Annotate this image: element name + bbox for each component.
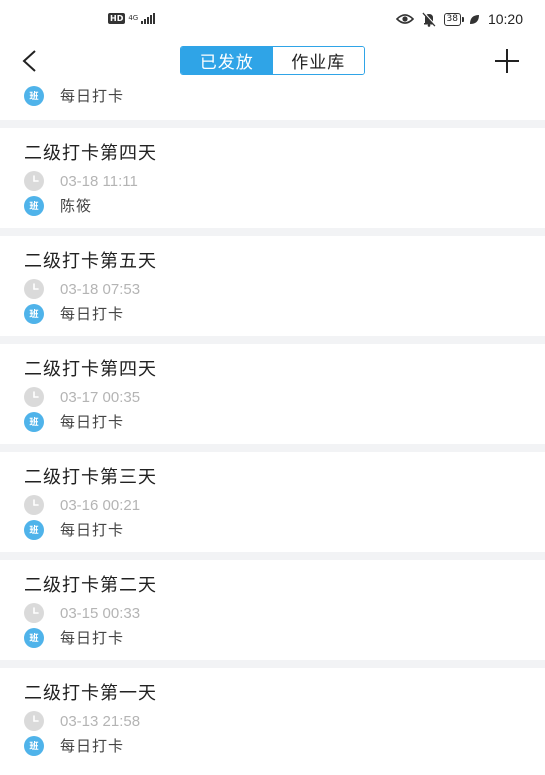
plus-icon bbox=[495, 49, 519, 73]
assignment-title: 二级打卡第四天 bbox=[24, 143, 157, 164]
class-row: 班 每日打卡 bbox=[24, 627, 124, 648]
list-item[interactable]: 二级打卡第四天 03-17 00:35 班 每日打卡 bbox=[0, 344, 545, 444]
time-row: 03-18 07:53 bbox=[24, 279, 140, 299]
clock-icon bbox=[24, 279, 44, 299]
class-badge-icon: 班 bbox=[24, 627, 44, 648]
list-item[interactable]: 二级打卡第四天 03-18 11:11 班 陈筱 bbox=[0, 128, 545, 228]
assignment-time: 03-16 00:21 bbox=[60, 496, 141, 514]
class-name: 每日打卡 bbox=[60, 521, 125, 539]
assignment-title: 二级打卡第一天 bbox=[24, 683, 157, 704]
assignment-time: 03-13 21:58 bbox=[60, 712, 141, 730]
time-row: 03-18 11:11 bbox=[24, 171, 138, 191]
assignment-title: 二级打卡第五天 bbox=[24, 251, 157, 272]
clock-time: 10:20 bbox=[487, 11, 523, 27]
list-item[interactable]: 二级打卡第五天 03-18 07:53 班 每日打卡 bbox=[0, 236, 545, 336]
clock-icon bbox=[24, 171, 44, 191]
status-bar: HD 4G 38 10:20 bbox=[0, 0, 545, 40]
class-row: 班 每日打卡 bbox=[24, 303, 124, 324]
bell-off-icon bbox=[421, 11, 436, 27]
tab-issued[interactable]: 已发放 bbox=[181, 47, 273, 74]
hd-badge: HD bbox=[108, 13, 126, 24]
assignment-list: 班 每日打卡 二级打卡第四天 03-18 11:11 班 陈筱 二级打卡第五天 … bbox=[0, 82, 545, 775]
segment-tabs: 已发放 作业库 bbox=[180, 46, 365, 75]
back-button[interactable] bbox=[14, 46, 44, 76]
network-type: 4G bbox=[128, 14, 139, 22]
eye-icon bbox=[395, 14, 414, 24]
signal-icon bbox=[141, 13, 156, 24]
class-badge-icon: 班 bbox=[24, 303, 44, 324]
time-row: 03-15 00:33 bbox=[24, 603, 140, 623]
class-badge-icon: 班 bbox=[24, 195, 44, 216]
tab-homework-library[interactable]: 作业库 bbox=[272, 47, 364, 74]
class-name: 陈筱 bbox=[60, 197, 93, 215]
class-row: 班 每日打卡 bbox=[24, 735, 124, 756]
nav-bar: 已发放 作业库 bbox=[0, 40, 545, 82]
assignment-title: 二级打卡第四天 bbox=[24, 359, 157, 380]
class-name: 每日打卡 bbox=[60, 305, 125, 323]
class-badge-icon: 班 bbox=[24, 411, 44, 432]
class-row: 班 陈筱 bbox=[24, 195, 92, 216]
class-name: 每日打卡 bbox=[60, 629, 125, 647]
list-item-partial[interactable]: 班 每日打卡 bbox=[0, 82, 545, 120]
class-name: 每日打卡 bbox=[60, 737, 125, 755]
time-row: 03-17 00:35 bbox=[24, 387, 140, 407]
class-name: 每日打卡 bbox=[60, 87, 125, 105]
chevron-left-icon bbox=[22, 50, 36, 72]
clock-icon bbox=[24, 711, 44, 731]
assignment-time: 03-15 00:33 bbox=[60, 604, 141, 622]
battery-icon: 38 bbox=[443, 12, 465, 26]
status-right: 38 10:20 bbox=[395, 11, 523, 27]
clock-icon bbox=[24, 603, 44, 623]
clock-icon bbox=[24, 495, 44, 515]
list-item[interactable]: 二级打卡第三天 03-16 00:21 班 每日打卡 bbox=[0, 452, 545, 552]
class-name: 每日打卡 bbox=[60, 413, 125, 431]
class-row: 班 每日打卡 bbox=[24, 411, 124, 432]
time-row: 03-16 00:21 bbox=[24, 495, 140, 515]
battery-level: 38 bbox=[446, 14, 458, 24]
clock-icon bbox=[24, 387, 44, 407]
list-item[interactable]: 二级打卡第一天 03-13 21:58 班 每日打卡 bbox=[0, 668, 545, 775]
class-row: 班 每日打卡 bbox=[24, 85, 124, 106]
status-left: HD 4G bbox=[108, 13, 156, 24]
class-badge-icon: 班 bbox=[24, 735, 44, 756]
class-badge-icon: 班 bbox=[24, 519, 44, 540]
class-badge-icon: 班 bbox=[24, 85, 44, 106]
assignment-time: 03-18 07:53 bbox=[60, 280, 141, 298]
class-row: 班 每日打卡 bbox=[24, 519, 124, 540]
assignment-title: 二级打卡第二天 bbox=[24, 575, 157, 596]
assignment-time: 03-17 00:35 bbox=[60, 388, 141, 406]
leaf-icon bbox=[469, 14, 479, 24]
add-button[interactable] bbox=[491, 45, 523, 77]
assignment-title: 二级打卡第三天 bbox=[24, 467, 157, 488]
list-item[interactable]: 二级打卡第二天 03-15 00:33 班 每日打卡 bbox=[0, 560, 545, 660]
assignment-time: 03-18 11:11 bbox=[60, 172, 138, 190]
time-row: 03-13 21:58 bbox=[24, 711, 140, 731]
